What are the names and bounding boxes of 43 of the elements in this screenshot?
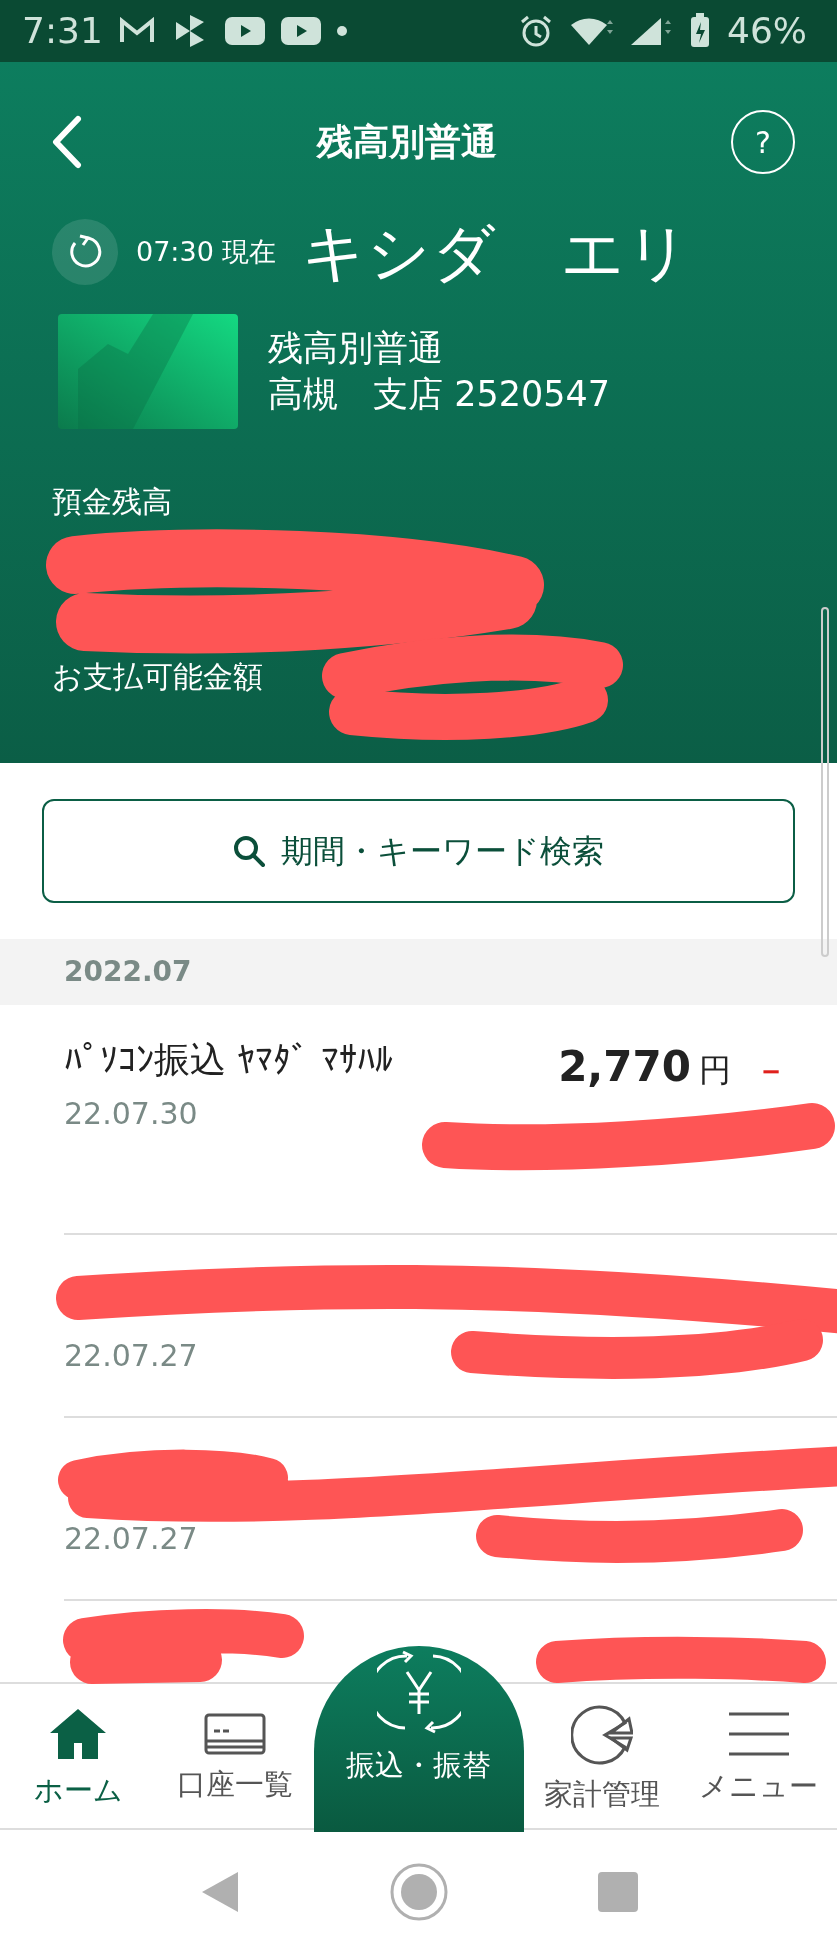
back-button[interactable] bbox=[52, 115, 82, 169]
battery-icon bbox=[689, 13, 711, 49]
nav-tab[interactable]: 口座一覧 bbox=[156, 1684, 314, 1828]
account-holder-name: キシダ エリ bbox=[302, 214, 692, 291]
wifi-icon bbox=[569, 16, 613, 46]
signal-icon bbox=[629, 16, 673, 46]
refresh-icon bbox=[67, 234, 103, 270]
home-circle-icon[interactable] bbox=[389, 1862, 448, 1921]
transaction-date: 22.07.27 bbox=[64, 1520, 198, 1558]
withdrawal-sign: － bbox=[755, 1050, 787, 1091]
menu-icon bbox=[728, 1711, 789, 1758]
pie-chart-icon bbox=[570, 1703, 633, 1766]
card-icon bbox=[204, 1713, 267, 1756]
yen-exchange-icon bbox=[376, 1650, 461, 1734]
search-button[interactable]: 期間・キーワード検索 bbox=[42, 799, 795, 903]
bank-card-icon bbox=[58, 314, 238, 429]
battery-percent: 46% bbox=[727, 9, 807, 53]
balance-label: 預金残高 bbox=[52, 483, 173, 521]
account-type: 残高別普通 bbox=[268, 327, 444, 370]
month-header: 2022.07 bbox=[0, 939, 837, 1005]
transaction-name: ﾊﾟｿｺﾝ振込 ﾔﾏﾀﾞ ﾏｻﾊﾙ bbox=[64, 1038, 394, 1082]
transfer-tab[interactable]: 振込・振替 bbox=[313, 1646, 524, 1832]
help-button[interactable]: ? bbox=[731, 110, 795, 174]
clock-time: 7:31 bbox=[22, 9, 103, 53]
nav-tab[interactable]: ホーム bbox=[0, 1684, 157, 1828]
nav-tab[interactable]: メニュー bbox=[680, 1684, 837, 1828]
update-time: 07:30 現在 bbox=[136, 234, 277, 269]
recent-apps-icon[interactable] bbox=[597, 1871, 638, 1912]
nav-tab[interactable]: 家計管理 bbox=[523, 1684, 681, 1828]
notification-dot-icon bbox=[336, 26, 347, 36]
transaction-date: 22.07.27 bbox=[64, 1337, 198, 1375]
mail-icon bbox=[118, 17, 155, 45]
play-icon bbox=[280, 17, 321, 45]
alarm-icon bbox=[519, 14, 553, 48]
search-icon bbox=[233, 835, 265, 867]
transaction-date: 22.07.30 bbox=[64, 1095, 199, 1134]
branch-account-number: 高槻 支店 2520547 bbox=[268, 372, 610, 416]
play-icon bbox=[224, 17, 265, 45]
currency-unit: 円 bbox=[699, 1050, 731, 1091]
available-amount-label: お支払可能金額 bbox=[52, 658, 264, 696]
chevron-left-icon bbox=[52, 115, 82, 169]
transaction-amount: 2,770 bbox=[558, 1041, 691, 1093]
screen-title: 残高別普通 bbox=[315, 120, 498, 164]
